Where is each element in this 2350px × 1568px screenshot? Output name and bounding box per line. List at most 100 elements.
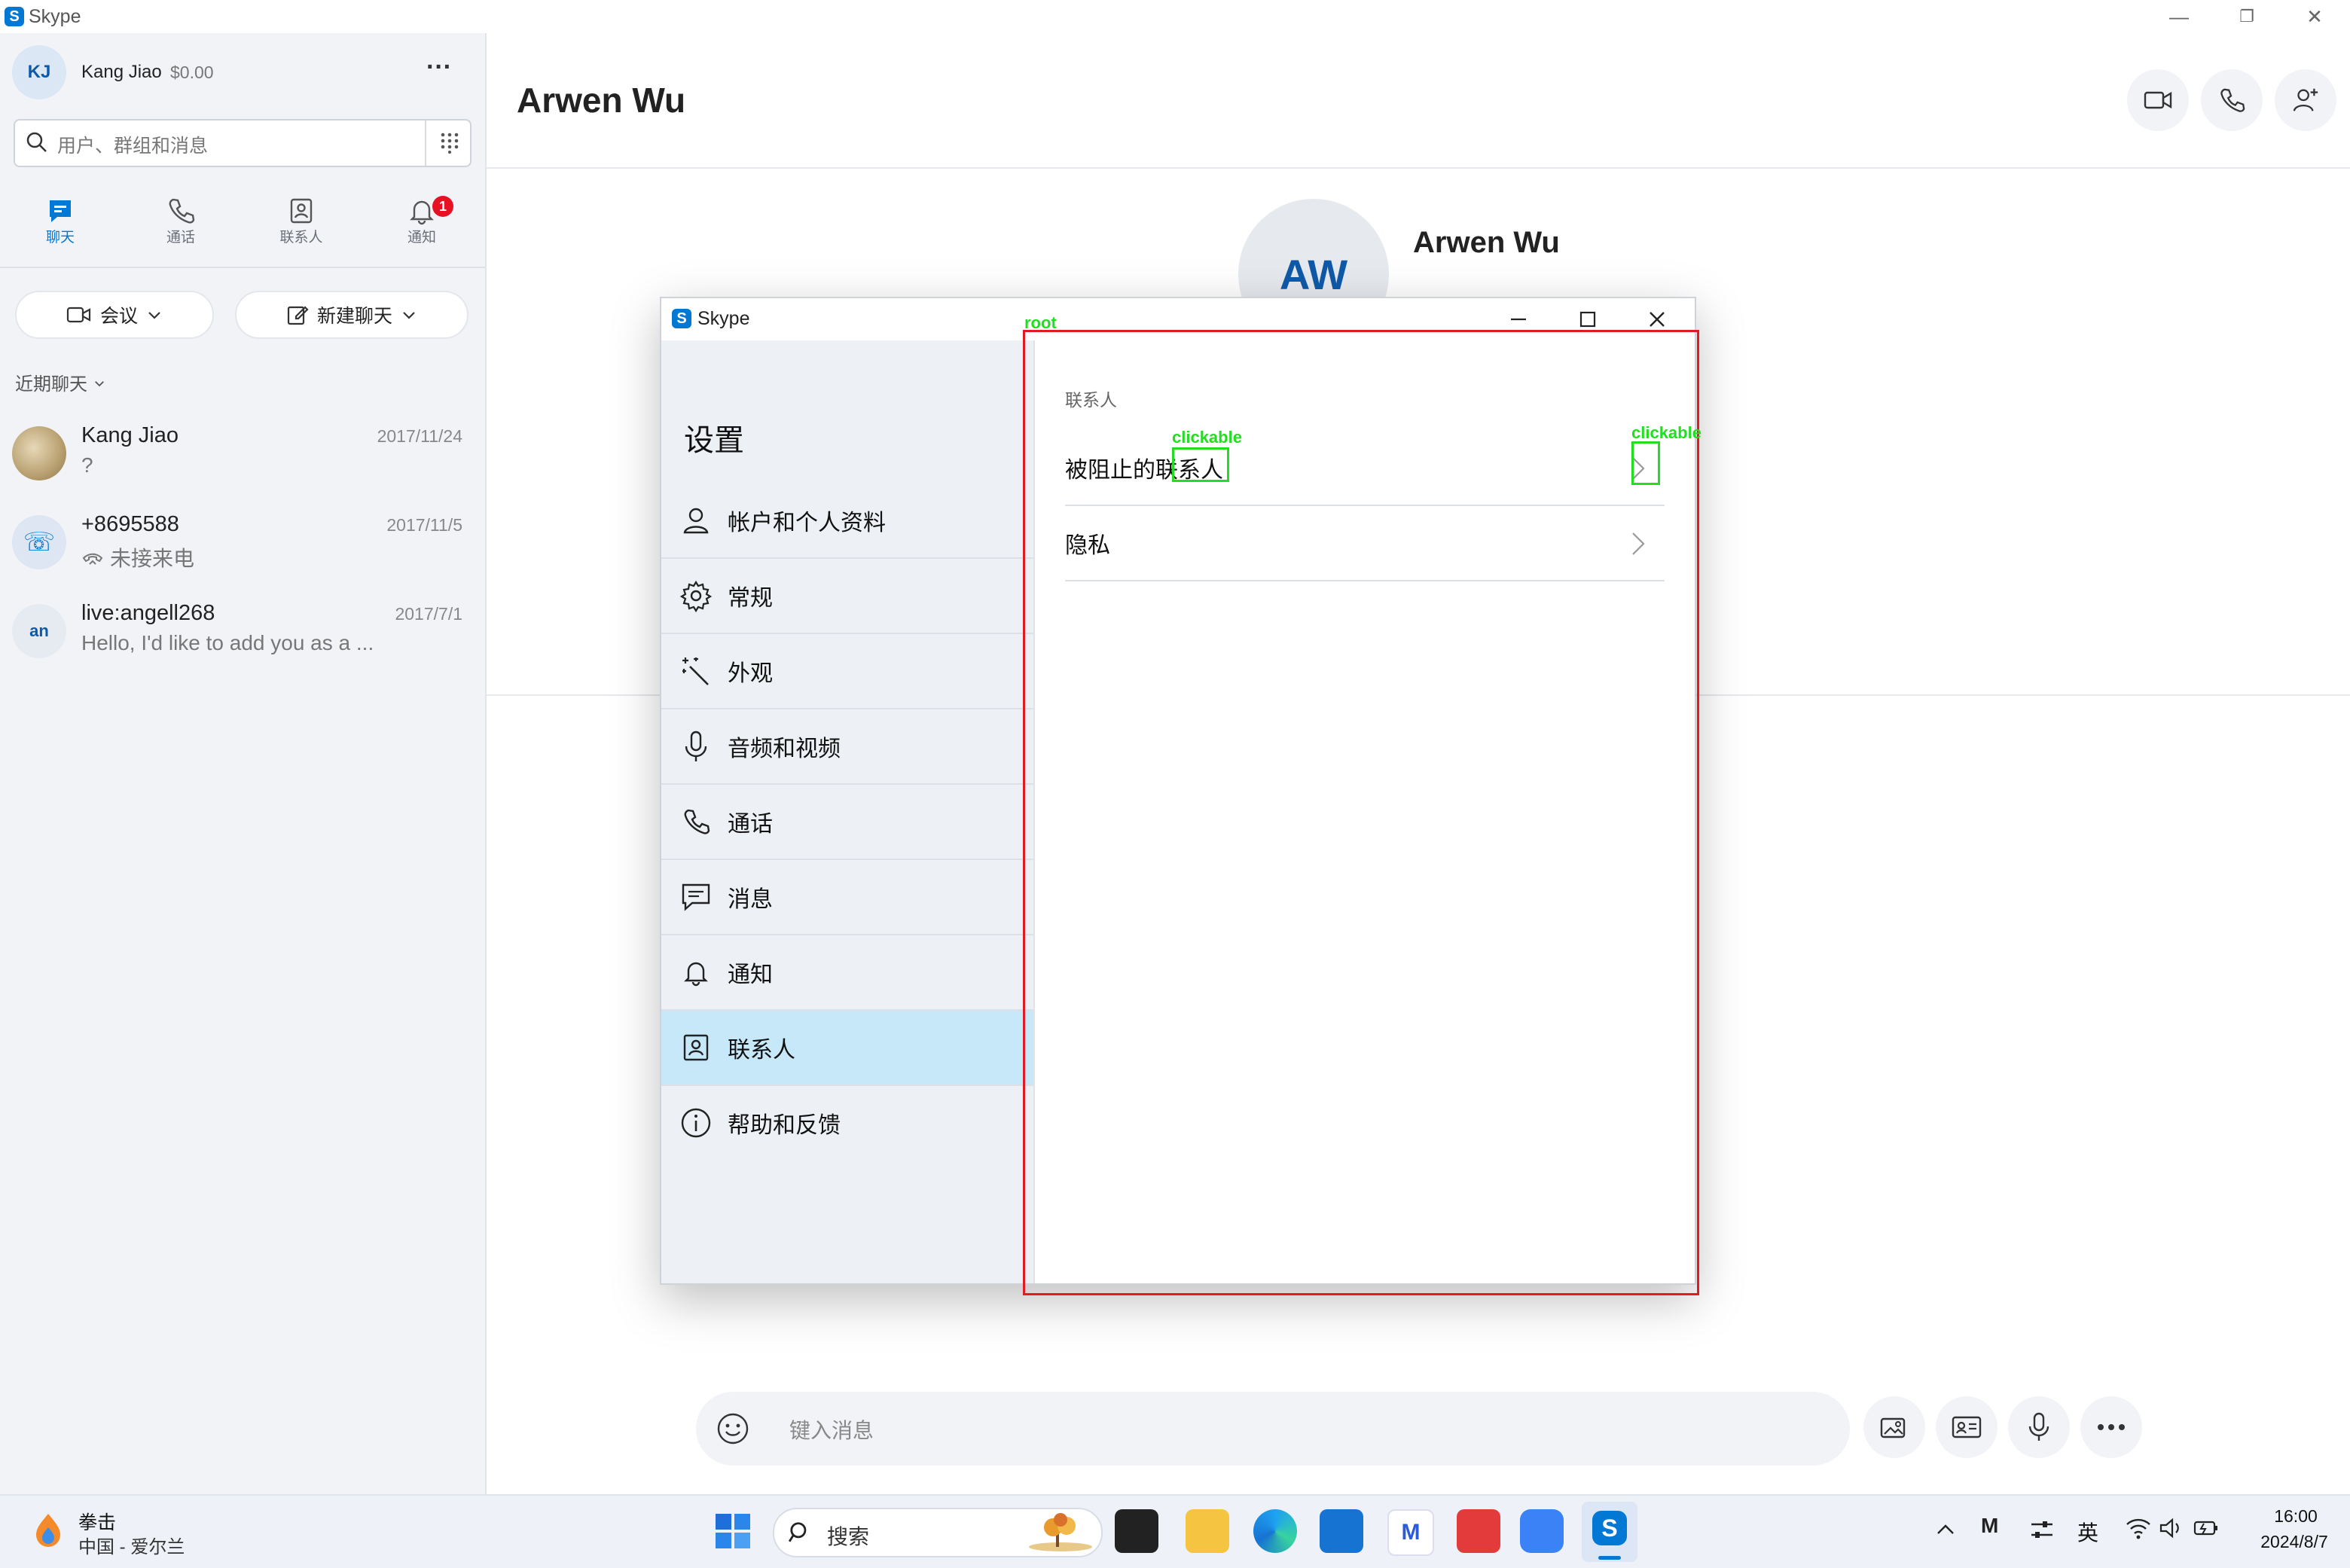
annotation-clickable-label: clickable bbox=[1631, 423, 1701, 442]
microphone-icon bbox=[678, 728, 714, 764]
chat-preview: 未接来电 bbox=[81, 542, 194, 572]
settings-menu-messages[interactable]: 消息 bbox=[661, 860, 1035, 935]
minimize-button[interactable]: — bbox=[2145, 0, 2213, 33]
app-m-icon[interactable]: M bbox=[1387, 1509, 1434, 1556]
meeting-button[interactable]: 会议 bbox=[15, 291, 214, 339]
menu-label: 帮助和反馈 bbox=[728, 1113, 841, 1138]
skype-taskbar-item[interactable]: S bbox=[1582, 1502, 1637, 1562]
taskbar-search-placeholder: 搜索 bbox=[827, 1525, 870, 1548]
chat-list-item[interactable]: ☏ +8695588 2017/11/5 未接来电 bbox=[0, 502, 485, 590]
taskbar-search-input[interactable]: 搜索 bbox=[773, 1508, 1103, 1557]
profile-name[interactable]: Kang Jiao bbox=[81, 62, 162, 83]
settings-nav: 设置 帐户和个人资料 常规 外观 音频和视频 通话 消息 通知 联系人 帮助和反… bbox=[661, 340, 1035, 1283]
weather-widget-icon[interactable] bbox=[30, 1511, 66, 1551]
compose-icon bbox=[287, 306, 309, 325]
profile-initials: KJ bbox=[27, 62, 51, 82]
contact-profile-initials: AW bbox=[1279, 250, 1348, 298]
settings-menu-contacts[interactable]: 联系人 bbox=[661, 1011, 1035, 1086]
tab-calls-label: 通话 bbox=[166, 230, 195, 246]
settings-menu-account[interactable]: 帐户和个人资料 bbox=[661, 484, 1035, 559]
annotation-clickable-label: clickable bbox=[1172, 428, 1242, 447]
weather-title[interactable]: 拳击 bbox=[78, 1508, 116, 1535]
annotation-clickable-box bbox=[1172, 447, 1229, 482]
more-composer-options-button[interactable] bbox=[2080, 1396, 2142, 1458]
chat-preview: Hello, I'd like to add you as a ... bbox=[81, 631, 374, 654]
chat-list-item[interactable]: Kang Jiao 2017/11/24 ? bbox=[0, 413, 485, 502]
menu-label: 消息 bbox=[728, 887, 773, 912]
windows-start-icon[interactable] bbox=[714, 1512, 752, 1550]
tab-notifications[interactable]: 通知 1 bbox=[362, 196, 482, 264]
chat-icon bbox=[50, 200, 71, 222]
emoji-icon[interactable] bbox=[716, 1411, 750, 1446]
restore-button[interactable]: ❐ bbox=[2213, 0, 2281, 33]
weather-subtitle: 中国 - 爱尔兰 bbox=[78, 1537, 185, 1557]
battery-icon[interactable] bbox=[2192, 1517, 2220, 1539]
chat-name: +8695588 bbox=[81, 512, 179, 536]
message-composer[interactable]: 键入消息 bbox=[696, 1392, 1850, 1466]
send-media-button[interactable] bbox=[1863, 1396, 1925, 1458]
cloud-app-icon[interactable] bbox=[1520, 1509, 1564, 1553]
tab-notifications-label: 通知 bbox=[407, 230, 436, 246]
close-button[interactable]: ✕ bbox=[2281, 0, 2348, 33]
settings-menu-notifications[interactable]: 通知 bbox=[661, 935, 1035, 1011]
contact-card-icon bbox=[1952, 1416, 1982, 1438]
settings-menu-appearance[interactable]: 外观 bbox=[661, 634, 1035, 709]
skype-logo-icon: S bbox=[1592, 1511, 1627, 1545]
wifi-icon[interactable] bbox=[2126, 1517, 2151, 1539]
ime-indicator[interactable]: 英 bbox=[2077, 1517, 2098, 1547]
clock-time[interactable]: 16:00 bbox=[2251, 1506, 2341, 1527]
search-input[interactable]: 用户、群组和消息 bbox=[14, 119, 472, 167]
dialpad-icon[interactable] bbox=[438, 131, 461, 154]
chat-list-item[interactable]: an live:angell268 2017/7/1 Hello, I'd li… bbox=[0, 590, 485, 679]
edge-browser-icon[interactable] bbox=[1253, 1509, 1297, 1553]
gear-icon bbox=[678, 578, 714, 614]
audio-call-button[interactable] bbox=[2201, 69, 2263, 131]
maximize-icon[interactable] bbox=[1577, 309, 1598, 330]
conversation-header: Arwen Wu bbox=[487, 33, 2350, 169]
minimize-icon[interactable] bbox=[1508, 309, 1529, 330]
new-chat-button[interactable]: 新建聊天 bbox=[235, 291, 468, 339]
settings-menu-help[interactable]: 帮助和反馈 bbox=[661, 1086, 1035, 1160]
add-person-icon bbox=[2293, 88, 2318, 111]
chevron-up-icon[interactable] bbox=[1934, 1518, 1957, 1541]
clock-date[interactable]: 2024/8/7 bbox=[2243, 1532, 2345, 1552]
contact-profile-name: Arwen Wu bbox=[1413, 226, 1560, 259]
file-explorer-icon[interactable] bbox=[1186, 1509, 1229, 1553]
chevron-down-icon bbox=[94, 381, 104, 387]
meeting-label: 会议 bbox=[99, 306, 138, 327]
recent-chats-label[interactable]: 近期聊天 bbox=[15, 369, 106, 395]
chat-name: Kang Jiao bbox=[81, 423, 179, 447]
tab-contacts-label: 联系人 bbox=[279, 230, 323, 246]
app-m-tray-icon[interactable]: M bbox=[1981, 1514, 2011, 1544]
tab-chats[interactable]: 聊天 bbox=[0, 196, 121, 264]
task-view-icon[interactable] bbox=[1115, 1509, 1158, 1553]
tab-contacts[interactable]: 联系人 bbox=[241, 196, 362, 264]
settings-menu-general[interactable]: 常规 bbox=[661, 559, 1035, 634]
add-people-button[interactable] bbox=[2275, 69, 2336, 131]
chat-date: 2017/7/1 bbox=[395, 604, 462, 624]
chat-name: live:angell268 bbox=[81, 601, 215, 625]
menu-label: 联系人 bbox=[728, 1038, 795, 1063]
tab-calls[interactable]: 通话 bbox=[121, 196, 241, 264]
volume-icon[interactable] bbox=[2159, 1517, 2184, 1539]
more-options-button[interactable]: ··· bbox=[426, 53, 452, 82]
settings-menu-calls[interactable]: 通话 bbox=[661, 785, 1035, 860]
close-icon[interactable] bbox=[1647, 309, 1668, 330]
new-chat-label: 新建聊天 bbox=[316, 306, 392, 327]
menu-label: 帐户和个人资料 bbox=[728, 511, 886, 535]
tab-chats-label: 聊天 bbox=[45, 230, 75, 246]
video-call-button[interactable] bbox=[2127, 69, 2189, 131]
huawei-app-icon[interactable] bbox=[1457, 1509, 1500, 1553]
voice-message-button[interactable] bbox=[2008, 1396, 2070, 1458]
settings-sliders-icon[interactable] bbox=[2029, 1517, 2055, 1542]
app-titlebar: S Skype — ❐ ✕ bbox=[0, 0, 2350, 33]
video-camera-icon bbox=[2144, 91, 2172, 109]
microsoft-store-icon[interactable] bbox=[1320, 1509, 1363, 1553]
settings-menu-audio-video[interactable]: 音频和视频 bbox=[661, 709, 1035, 785]
conversation-title[interactable]: Arwen Wu bbox=[517, 80, 685, 120]
chat-preview: ? bbox=[81, 453, 93, 477]
annotation-root-box bbox=[1023, 330, 1699, 1295]
profile-avatar[interactable]: KJ bbox=[12, 45, 66, 99]
send-contact-button[interactable] bbox=[1936, 1396, 1998, 1458]
chat-preview-text: 未接来电 bbox=[110, 547, 195, 570]
